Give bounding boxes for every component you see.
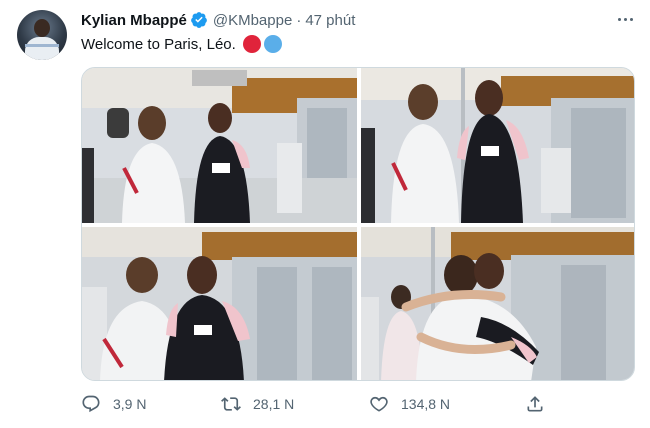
more-dot bbox=[617, 17, 621, 21]
more-dot bbox=[623, 17, 627, 21]
reply-button[interactable]: 3,9 N bbox=[81, 392, 146, 416]
photo-1-image bbox=[82, 68, 357, 223]
photo-3-image bbox=[82, 227, 357, 380]
more-dot bbox=[629, 17, 633, 21]
more-options-icon[interactable] bbox=[612, 10, 638, 28]
reply-count: 3,9 N bbox=[113, 396, 147, 412]
photo-4-image bbox=[361, 227, 634, 380]
tweet-header: Kylian Mbappé @KMbappe · 47 phút bbox=[81, 10, 355, 30]
avatar-head bbox=[34, 19, 50, 37]
photo-1[interactable] bbox=[82, 68, 357, 223]
photo-2[interactable] bbox=[361, 68, 634, 223]
avatar-shirt bbox=[25, 37, 59, 60]
tweet-card[interactable]: Kylian Mbappé @KMbappe · 47 phút Welcome… bbox=[0, 0, 650, 428]
retweet-button[interactable]: 28,1 N bbox=[221, 392, 294, 416]
like-button[interactable]: 134,8 N bbox=[369, 392, 450, 416]
avatar-shirt-stripe bbox=[25, 44, 59, 47]
retweet-count: 28,1 N bbox=[253, 396, 295, 412]
tweet-text: Welcome to Paris, Léo. bbox=[81, 35, 282, 53]
avatar[interactable] bbox=[17, 10, 67, 60]
verified-badge-icon bbox=[190, 11, 208, 29]
tweet-text-body: Welcome to Paris, Léo. bbox=[81, 35, 236, 53]
red-circle-emoji-icon bbox=[242, 35, 261, 53]
like-icon bbox=[370, 396, 388, 412]
timestamp[interactable]: 47 phút bbox=[305, 12, 355, 29]
photo-4[interactable] bbox=[361, 227, 634, 380]
retweet-icon bbox=[221, 397, 241, 411]
photo-2-image bbox=[361, 68, 634, 223]
reply-icon bbox=[82, 395, 100, 413]
blue-circle-emoji-icon bbox=[263, 35, 282, 53]
share-icon bbox=[527, 396, 543, 412]
like-count: 134,8 N bbox=[401, 396, 451, 412]
display-name[interactable]: Kylian Mbappé bbox=[81, 12, 187, 29]
handle[interactable]: @KMbappe bbox=[213, 12, 292, 29]
photo-3[interactable] bbox=[82, 227, 357, 380]
dot-separator: · bbox=[296, 11, 302, 29]
share-button[interactable] bbox=[525, 392, 545, 416]
action-bar: 3,9 N 28,1 N 134,8 N bbox=[81, 392, 551, 416]
media-grid bbox=[81, 67, 635, 381]
